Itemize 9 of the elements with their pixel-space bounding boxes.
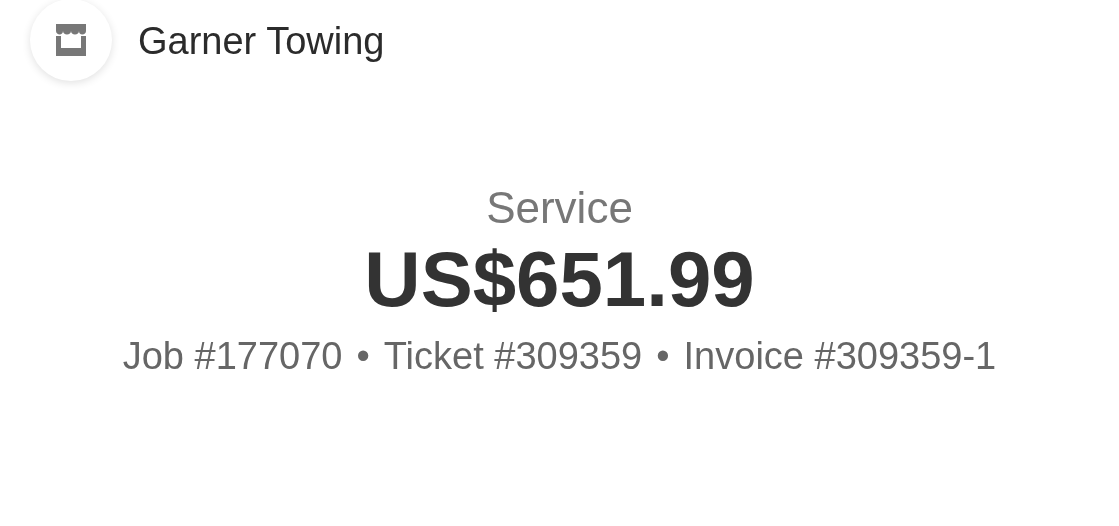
storefront-icon [53,22,89,58]
reference-number: Job #177070 [122,334,343,380]
merchant-name: Garner Towing [138,18,385,64]
payment-amount: US$651.99 [363,234,756,325]
separator-dot: • [356,334,370,380]
payment-label: Service [485,182,634,234]
separator-dot: • [656,334,670,380]
reference-number: Invoice #309359-1 [683,334,997,380]
reference-number: Ticket #309359 [383,334,643,380]
